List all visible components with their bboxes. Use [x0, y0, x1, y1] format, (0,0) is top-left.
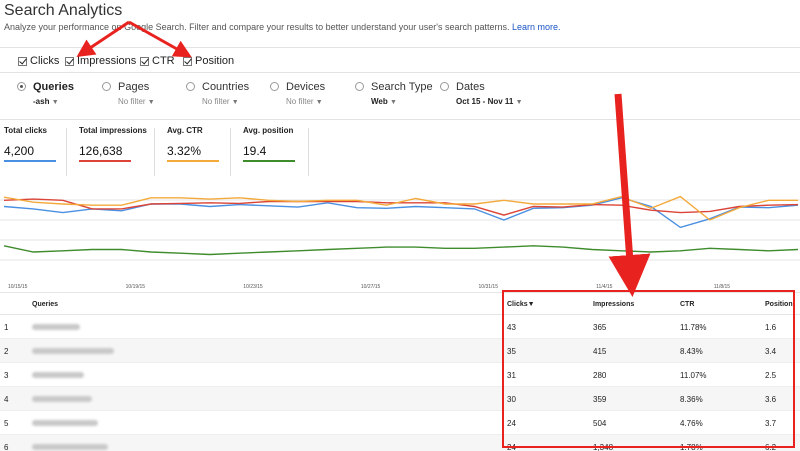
checkbox-icon[interactable] — [65, 56, 74, 66]
group-by-bar: Queries -ash ▼ Pages No filter ▼ Countri… — [0, 74, 800, 120]
subtitle-text: Analyze your performance on Google Searc… — [4, 22, 510, 32]
group-search-type-label: Search Type — [371, 81, 433, 93]
row-number: 2 — [4, 347, 9, 356]
stat-title: Avg. position — [243, 126, 294, 135]
clicks-checkbox[interactable]: Clicks — [18, 55, 59, 67]
stat-color-line — [167, 160, 219, 162]
group-countries-label: Countries — [202, 81, 250, 93]
row-number: 6 — [4, 443, 9, 451]
divider — [154, 128, 155, 176]
queries-filter-value: -ash — [33, 97, 50, 106]
stat-title: Avg. CTR — [167, 126, 203, 135]
stat-color-line — [243, 160, 295, 162]
radio-icon[interactable] — [440, 82, 449, 91]
chevron-down-icon: ▼ — [147, 99, 155, 106]
x-tick-label: 10/31/15 — [479, 284, 499, 290]
chevron-down-icon: ▼ — [389, 99, 397, 106]
ctr-checkbox[interactable]: CTR — [140, 55, 175, 67]
countries-filter-dropdown[interactable]: No filter ▼ — [202, 97, 239, 106]
dates-range-value: Oct 15 - Nov 11 — [456, 97, 514, 106]
stat-color-line — [4, 160, 56, 162]
devices-filter-value: No filter — [286, 97, 314, 106]
x-tick-label: 10/23/15 — [243, 284, 263, 290]
checkbox-icon[interactable] — [140, 56, 149, 66]
radio-icon[interactable] — [355, 82, 364, 91]
page-title: Search Analytics — [4, 2, 123, 19]
divider — [308, 128, 309, 176]
clicks-checkbox-label: Clicks — [30, 55, 60, 67]
annotation-highlight-box — [502, 290, 795, 448]
pages-filter-dropdown[interactable]: No filter ▼ — [118, 97, 155, 106]
x-tick-label: 10/19/15 — [126, 284, 146, 290]
search-type-dropdown[interactable]: Web ▼ — [371, 97, 397, 106]
redacted-query-text — [32, 348, 114, 354]
radio-icon[interactable] — [270, 82, 279, 91]
performance-line-chart: 10/15/15 10/19/15 10/23/15 10/27/15 10/31/15… — [0, 195, 800, 290]
checkbox-icon[interactable] — [18, 56, 27, 66]
group-devices-label: Devices — [286, 81, 326, 93]
stat-color-line — [79, 160, 131, 162]
avg-ctr-stat: Avg. CTR 3.32% — [167, 126, 219, 176]
impressions-checkbox[interactable]: Impressions — [65, 55, 136, 67]
metrics-bar: Clicks Impressions CTR Position — [0, 47, 800, 73]
stat-title: Total impressions — [79, 126, 147, 135]
queries-filter-dropdown[interactable]: -ash ▼ — [33, 97, 59, 106]
group-dates-label: Dates — [456, 81, 485, 93]
countries-filter-value: No filter — [202, 97, 230, 106]
divider — [66, 128, 67, 176]
row-number: 1 — [4, 323, 9, 332]
x-tick-label: 10/27/15 — [361, 284, 381, 290]
stat-value: 3.32% — [167, 144, 202, 158]
dates-range-dropdown[interactable]: Oct 15 - Nov 11 ▼ — [456, 97, 523, 106]
queries-column-header[interactable]: Queries — [32, 301, 58, 308]
stat-title: Total clicks — [4, 126, 47, 135]
ctr-checkbox-label: CTR — [152, 55, 175, 67]
x-tick-label: 10/15/15 — [8, 284, 28, 290]
avg-position-stat: Avg. position 19.4 — [243, 126, 295, 176]
position-checkbox-label: Position — [195, 55, 235, 67]
total-impressions-stat: Total impressions 126,638 — [79, 126, 147, 176]
impressions-checkbox-label: Impressions — [77, 55, 137, 67]
pages-filter-value: No filter — [118, 97, 146, 106]
redacted-query-text — [32, 444, 108, 450]
search-type-value: Web — [371, 97, 388, 106]
row-number: 4 — [4, 395, 9, 404]
total-clicks-stat: Total clicks 4,200 — [4, 126, 56, 176]
stat-value: 126,638 — [79, 144, 123, 158]
radio-selected-icon[interactable] — [17, 82, 26, 91]
learn-more-link[interactable]: Learn more. — [512, 22, 561, 32]
divider — [230, 128, 231, 176]
stat-value: 4,200 — [4, 144, 35, 158]
position-checkbox[interactable]: Position — [183, 55, 234, 67]
radio-icon[interactable] — [186, 82, 195, 91]
radio-icon[interactable] — [102, 82, 111, 91]
chevron-down-icon: ▼ — [51, 99, 59, 106]
chevron-down-icon: ▼ — [515, 99, 523, 106]
stat-value: 19.4 — [243, 144, 267, 158]
chevron-down-icon: ▼ — [231, 99, 239, 106]
checkbox-icon[interactable] — [183, 56, 192, 66]
redacted-query-text — [32, 420, 98, 426]
redacted-query-text — [32, 372, 84, 378]
chevron-down-icon: ▼ — [315, 99, 323, 106]
group-pages-label: Pages — [118, 81, 150, 93]
row-number: 5 — [4, 419, 9, 428]
redacted-query-text — [32, 324, 80, 330]
group-queries-label: Queries — [33, 81, 74, 93]
series-line-position — [3, 245, 799, 256]
redacted-query-text — [32, 396, 92, 402]
page-subtitle: Analyze your performance on Google Searc… — [4, 22, 561, 32]
devices-filter-dropdown[interactable]: No filter ▼ — [286, 97, 323, 106]
row-number: 3 — [4, 371, 9, 380]
